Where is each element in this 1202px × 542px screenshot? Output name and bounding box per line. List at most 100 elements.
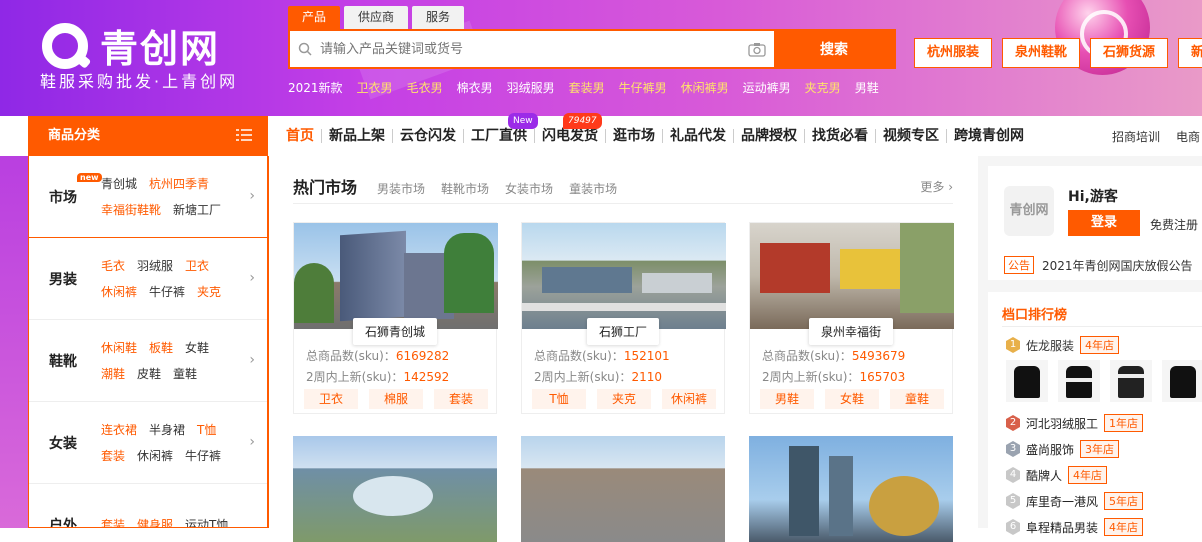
category-link[interactable]: 卫衣 [185, 253, 209, 279]
category-womenswear[interactable]: 女装 连衣裙 半身裙 T恤 套装 休闲裤 牛仔裤 › [29, 402, 267, 484]
category-link[interactable]: 休闲裤 [137, 443, 173, 469]
ranking-item[interactable]: 1 佐龙服装 4年店 [1006, 336, 1120, 354]
quick-button-shishi[interactable]: 石狮货源 [1090, 38, 1169, 68]
ranking-item[interactable]: 3 盛尚服饰 3年店 [1006, 440, 1120, 458]
quick-button-hangzhou[interactable]: 杭州服装 [914, 38, 993, 68]
category-link[interactable]: 牛仔裤 [185, 443, 221, 469]
product-thumbnail[interactable] [1058, 360, 1100, 402]
hot-word[interactable]: 2021新款 [288, 79, 343, 96]
market-card[interactable]: 石狮青创城 总商品数(sku)：6169282 2周内上新(sku)：14259… [293, 222, 498, 414]
quick-button-quanzhou[interactable]: 泉州鞋靴 [1002, 38, 1081, 68]
category-link[interactable]: 杭州四季青 [149, 171, 209, 197]
tab-supplier[interactable]: 供应商 [344, 6, 409, 29]
site-logo[interactable]: 青创网 [40, 18, 220, 73]
hot-word[interactable]: 毛衣男 [407, 79, 443, 96]
category-link[interactable]: 连衣裙 [101, 417, 137, 443]
nav-recruit-training[interactable]: 招商培训 [1112, 128, 1160, 145]
category-link[interactable]: 女鞋 [185, 335, 209, 361]
hot-word[interactable]: 卫衣男 [357, 79, 393, 96]
market-tag[interactable]: 夹克 [597, 389, 651, 409]
market-tag[interactable]: 卫衣 [304, 389, 358, 409]
market-tag[interactable]: 童鞋 [890, 389, 944, 409]
market-tag[interactable]: 女鞋 [825, 389, 879, 409]
market-tag[interactable]: 套装 [434, 389, 488, 409]
more-link[interactable]: 更多 › [920, 178, 953, 195]
category-link[interactable]: 童鞋 [173, 361, 197, 387]
nav-cross-border[interactable]: 跨境青创网 [946, 129, 1031, 143]
product-thumbnail[interactable] [1110, 360, 1152, 402]
search-button[interactable]: 搜索 [774, 31, 894, 67]
category-header[interactable]: 商品分类 [28, 116, 268, 156]
ranking-item[interactable]: 5 库里奇一港风 5年店 [1006, 492, 1144, 510]
category-link[interactable]: 夹克 [197, 279, 221, 305]
category-market[interactable]: 市场 new 青创城 杭州四季青 幸福街鞋靴 新塘工厂 › [29, 156, 267, 238]
tab-product[interactable]: 产品 [288, 6, 341, 29]
market-tag[interactable]: T恤 [532, 389, 586, 409]
category-outdoor[interactable]: 户外 套装 健身服 运动T恤 [29, 484, 267, 528]
hot-word[interactable]: 男鞋 [855, 79, 879, 96]
market-card[interactable]: 石狮工厂 总商品数(sku)：152101 2周内上新(sku)：2110 T恤… [521, 222, 726, 414]
hot-word[interactable]: 羽绒服男 [507, 79, 555, 96]
nav-brand-license[interactable]: 品牌授权 [733, 129, 804, 143]
category-link[interactable]: 休闲鞋 [101, 335, 137, 361]
hot-word[interactable]: 套装男 [569, 79, 605, 96]
category-menswear[interactable]: 男装 毛衣 羽绒服 卫衣 休闲裤 牛仔裤 夹克 › [29, 238, 267, 320]
camera-icon[interactable] [740, 31, 774, 67]
tab-kidswear-market[interactable]: 童装市场 [569, 180, 617, 197]
tab-womenswear-market[interactable]: 女装市场 [505, 180, 553, 197]
nav-must-see[interactable]: 找货必看 [804, 129, 875, 143]
category-link[interactable]: 健身服 [137, 512, 173, 528]
hot-word[interactable]: 夹克男 [805, 79, 841, 96]
nav-cloud-warehouse[interactable]: 云仓闪发 [392, 129, 463, 143]
hot-word[interactable]: 牛仔裤男 [619, 79, 667, 96]
category-link[interactable]: 潮鞋 [101, 361, 125, 387]
category-link[interactable]: 毛衣 [101, 253, 125, 279]
hot-word[interactable]: 休闲裤男 [681, 79, 729, 96]
category-link[interactable]: 新塘工厂 [173, 197, 221, 223]
nav-markets[interactable]: 逛市场 [605, 129, 662, 143]
category-link[interactable]: 牛仔裤 [149, 279, 185, 305]
category-link[interactable]: 幸福街鞋靴 [101, 197, 161, 223]
search-input[interactable] [320, 31, 740, 67]
quick-button-xintang[interactable]: 新塘工厂 [1178, 38, 1202, 68]
category-link[interactable]: 套装 [101, 512, 125, 528]
category-link[interactable]: 青创城 [101, 171, 137, 197]
product-thumbnail[interactable] [1162, 360, 1202, 402]
hot-word[interactable]: 棉衣男 [457, 79, 493, 96]
market-tag[interactable]: 男鞋 [760, 389, 814, 409]
tab-shoes-market[interactable]: 鞋靴市场 [441, 180, 489, 197]
category-link[interactable]: 羽绒服 [137, 253, 173, 279]
market-tag[interactable]: 棉服 [369, 389, 423, 409]
category-link[interactable]: 休闲裤 [101, 279, 137, 305]
nav-fast-shipping[interactable]: 闪电发货 79497 [534, 113, 605, 143]
ranking-item[interactable]: 2 河北羽绒服工 1年店 [1006, 414, 1144, 432]
tab-menswear-market[interactable]: 男装市场 [377, 180, 425, 197]
nav-new-arrivals[interactable]: 新品上架 [321, 129, 392, 143]
nav-video[interactable]: 视频专区 [875, 129, 946, 143]
category-link[interactable]: 板鞋 [149, 335, 173, 361]
hot-word[interactable]: 运动裤男 [743, 79, 791, 96]
category-link[interactable]: 套装 [101, 443, 125, 469]
ranking-item[interactable]: 4 酷牌人 4年店 [1006, 466, 1108, 484]
category-link[interactable]: T恤 [197, 417, 216, 443]
search-type-tabs: 产品 供应商 服务 [288, 6, 468, 29]
market-tag[interactable]: 休闲裤 [662, 389, 716, 409]
market-card[interactable]: 泉州幸福街 总商品数(sku)：5493679 2周内上新(sku)：16570… [749, 222, 954, 414]
nav-gift-dropship[interactable]: 礼品代发 [662, 129, 733, 143]
category-link[interactable]: 半身裙 [149, 417, 185, 443]
register-link[interactable]: 免费注册 [1150, 216, 1198, 233]
category-link[interactable]: 运动T恤 [185, 512, 228, 528]
product-thumbnail[interactable] [1006, 360, 1048, 402]
market-card[interactable] [521, 436, 725, 542]
nav-factory-direct[interactable]: 工厂直供 New [463, 113, 538, 143]
category-shoes[interactable]: 鞋靴 休闲鞋 板鞋 女鞋 潮鞋 皮鞋 童鞋 › [29, 320, 267, 402]
ranking-item[interactable]: 6 阜程精品男装 4年店 [1006, 518, 1144, 536]
login-button[interactable]: 登录 [1068, 210, 1140, 236]
nav-ecommerce[interactable]: 电商 [1176, 128, 1200, 145]
notice[interactable]: 公告 2021年青创网国庆放假公告 [1004, 256, 1193, 274]
nav-home[interactable]: 首页 [282, 129, 321, 143]
market-card[interactable] [749, 436, 953, 542]
category-link[interactable]: 皮鞋 [137, 361, 161, 387]
market-card[interactable] [293, 436, 497, 542]
tab-service[interactable]: 服务 [412, 6, 465, 29]
